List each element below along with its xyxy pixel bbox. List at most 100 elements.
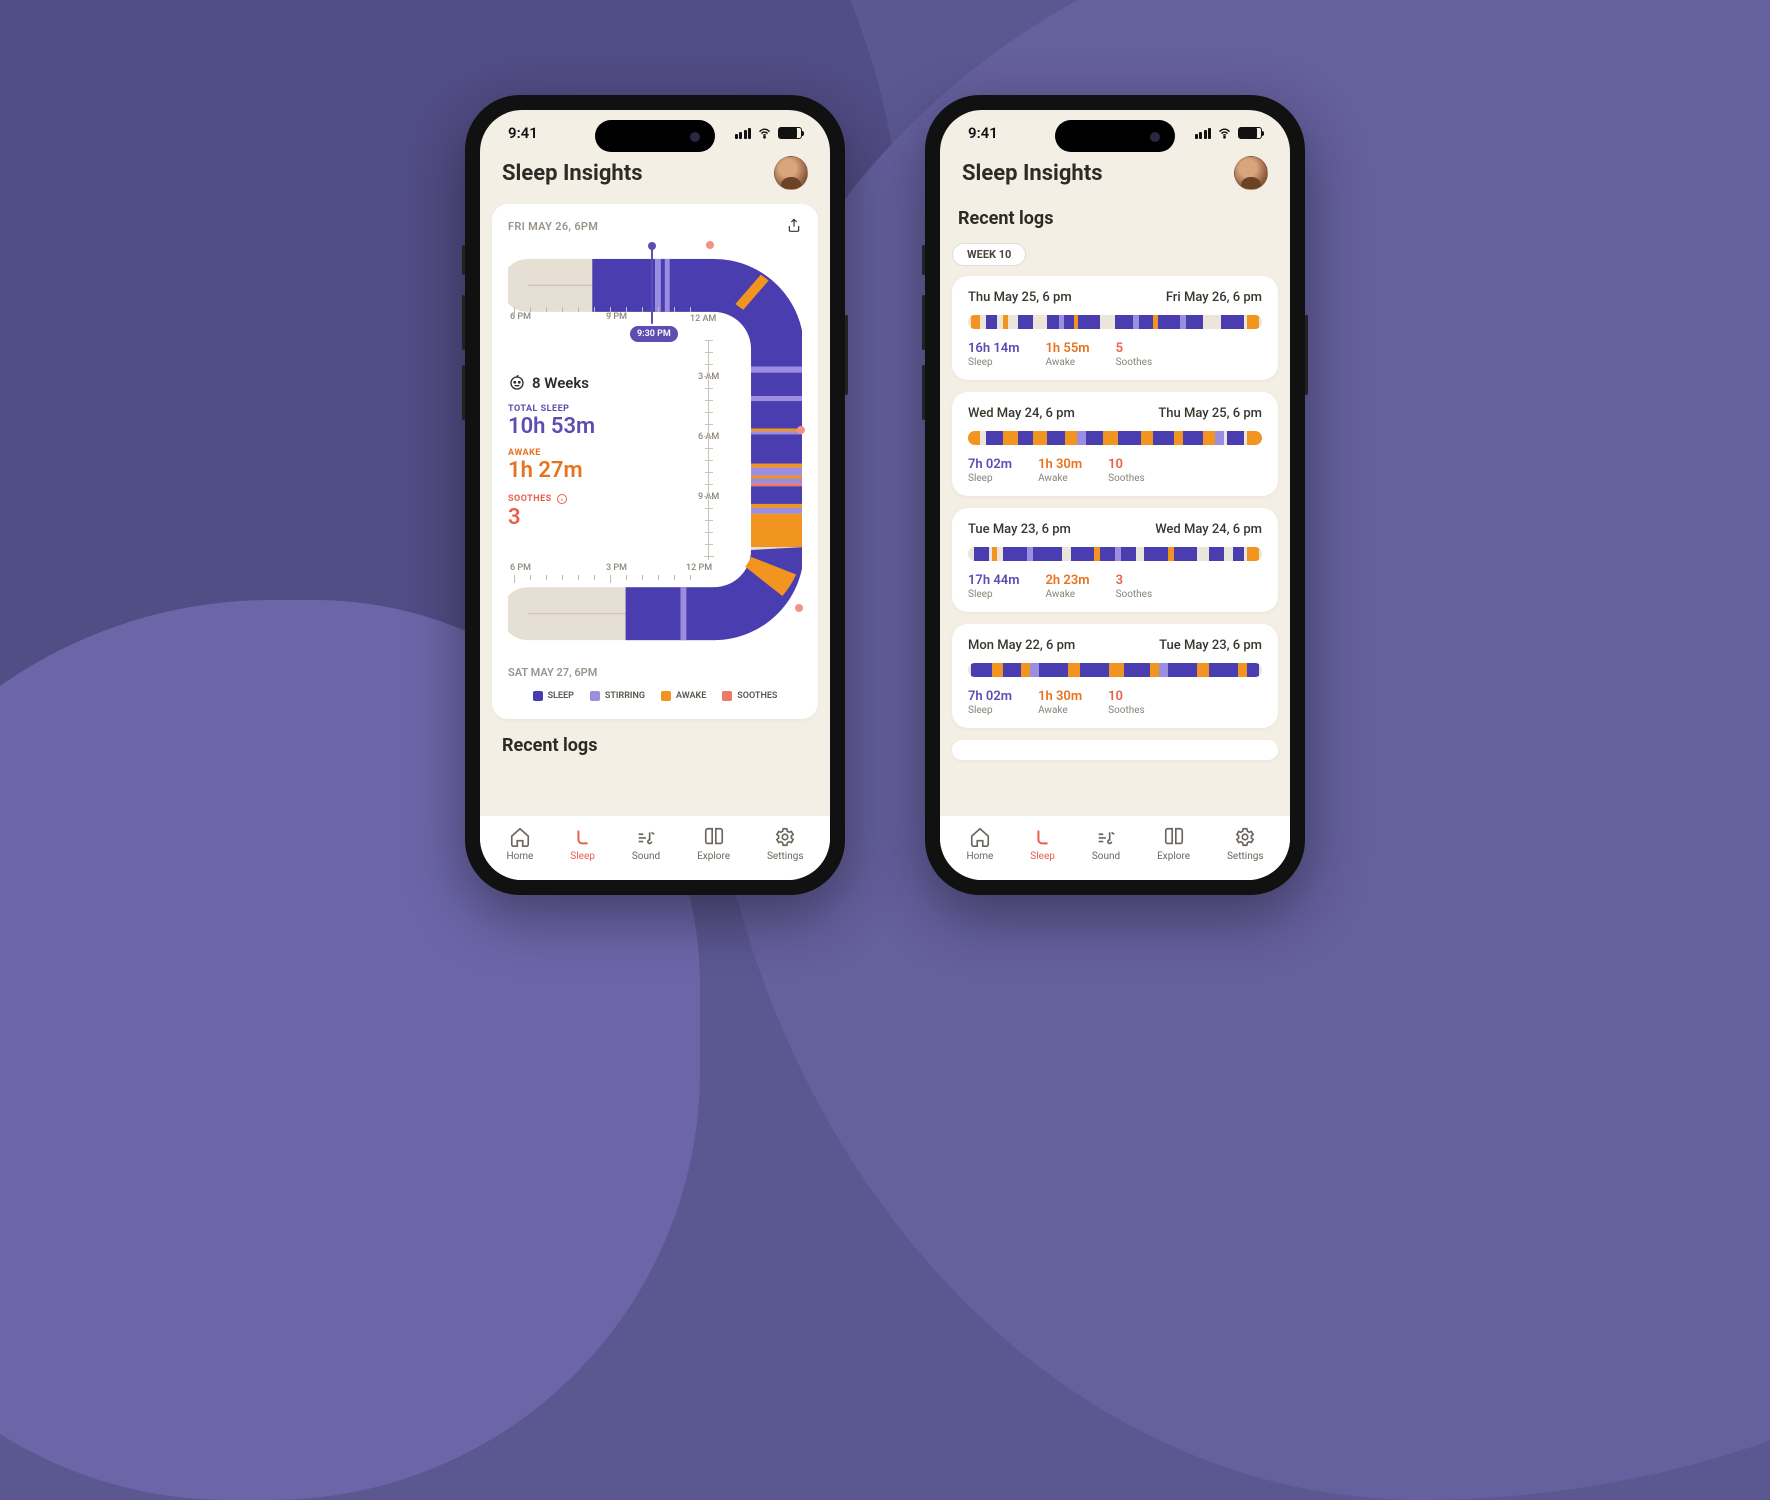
tab-bar: Home Sleep Sound Explore Settings [480, 815, 830, 880]
avatar[interactable] [1234, 156, 1268, 190]
log-card[interactable]: Thu May 25, 6 pm Fri May 26, 6 pm [952, 276, 1278, 380]
awake-value: 1h 27m [508, 458, 678, 484]
sleep-chart-card: FRI MAY 26, 6PM [492, 204, 818, 719]
tab-label: Explore [697, 851, 730, 862]
log-timeline [968, 547, 1262, 561]
log-start: Mon May 22, 6 pm [968, 638, 1075, 653]
tab-bar: Home Sleep Sound Explore Settings [940, 815, 1290, 880]
log-sleep-lbl: Sleep [968, 473, 1012, 484]
time-marker-bubble[interactable]: 9:30 PM [630, 326, 678, 342]
tab-label: Sound [632, 851, 660, 862]
soothe-dot-icon [797, 426, 805, 434]
weeks-label: 8 Weeks [532, 374, 589, 392]
soothes-value: 3 [508, 505, 678, 531]
tab-home[interactable]: Home [966, 826, 993, 862]
tab-label: Sound [1092, 851, 1120, 862]
sleep-u-chart[interactable]: 9:30 PM 6 PM 9 PM 12 AM 3 AM 6 AM 9 AM 1… [508, 242, 802, 662]
share-icon[interactable] [786, 218, 802, 234]
soothe-dot-icon [795, 604, 803, 612]
chart-stats: 8 Weeks TOTAL SLEEP 10h 53m AWAKE 1h 27m… [508, 374, 678, 531]
log-soothes-val: 3 [1116, 573, 1153, 588]
log-card[interactable] [952, 740, 1278, 760]
log-sleep-val: 16h 14m [968, 341, 1020, 356]
chart-date-top: FRI MAY 26, 6PM [508, 220, 598, 233]
soothe-dot-icon [706, 241, 714, 249]
log-sleep-val: 7h 02m [968, 689, 1012, 704]
legend-stirring: STIRRING [605, 691, 645, 701]
legend-soothes: SOOTHES [737, 691, 777, 701]
legend-sleep: SLEEP [548, 691, 574, 701]
status-bar: 9:41 [480, 110, 830, 148]
awake-label: AWAKE [508, 448, 678, 458]
tab-label: Sleep [570, 851, 595, 862]
tab-settings[interactable]: Settings [1227, 826, 1264, 862]
week-chip[interactable]: WEEK 10 [952, 243, 1026, 266]
avatar[interactable] [774, 156, 808, 190]
status-bar: 9:41 [940, 110, 1290, 148]
log-sleep-lbl: Sleep [968, 589, 1020, 600]
log-soothes-val: 5 [1116, 341, 1153, 356]
recent-logs-heading: Recent logs [952, 204, 1278, 239]
legend-awake: AWAKE [676, 691, 706, 701]
log-timeline [968, 315, 1262, 329]
log-card[interactable]: Tue May 23, 6 pmWed May 24, 6 pm [952, 508, 1278, 612]
axis-label: 3 PM [606, 563, 627, 573]
tab-home[interactable]: Home [506, 826, 533, 862]
log-start: Wed May 24, 6 pm [968, 406, 1075, 421]
tab-label: Settings [1227, 851, 1264, 862]
tab-label: Explore [1157, 851, 1190, 862]
log-sleep-lbl: Sleep [968, 357, 1020, 368]
axis-tick-row [508, 307, 713, 323]
status-time: 9:41 [968, 124, 998, 142]
axis-label: 6 PM [510, 563, 531, 573]
wifi-icon [757, 126, 772, 141]
log-sleep-val: 17h 44m [968, 573, 1020, 588]
wifi-icon [1217, 126, 1232, 141]
log-soothes-val: 10 [1108, 457, 1145, 472]
info-icon[interactable] [556, 493, 568, 505]
phone-right: 9:41 Sleep Insights Recent logs WEEK 10 … [925, 95, 1305, 895]
chart-date-bottom: SAT MAY 27, 6PM [508, 666, 802, 679]
tab-label: Home [966, 851, 993, 862]
status-time: 9:41 [508, 124, 538, 142]
page-title: Sleep Insights [962, 161, 1103, 186]
log-awake-lbl: Awake [1046, 589, 1090, 600]
page-title: Sleep Insights [502, 161, 643, 186]
log-end: Thu May 25, 6 pm [1158, 406, 1262, 421]
total-sleep-value: 10h 53m [508, 414, 678, 440]
log-timeline [968, 431, 1262, 445]
total-sleep-label: TOTAL SLEEP [508, 404, 678, 414]
axis-tick-row [508, 575, 713, 591]
log-card[interactable]: Wed May 24, 6 pm Thu May 25, 6 pm [952, 392, 1278, 496]
phone-left: 9:41 Sleep Insights FRI MAY 26, 6PM [465, 95, 845, 895]
tab-sound[interactable]: Sound [1092, 826, 1120, 862]
axis-tick-column [708, 340, 726, 560]
log-end: Fri May 26, 6 pm [1166, 290, 1262, 305]
log-awake-lbl: Awake [1038, 473, 1082, 484]
tab-label: Home [506, 851, 533, 862]
battery-icon [778, 127, 802, 139]
log-card[interactable]: Mon May 22, 6 pm Tue May 23, 6 pm [952, 624, 1278, 728]
log-soothes-val: 10 [1108, 689, 1145, 704]
tab-sound[interactable]: Sound [632, 826, 660, 862]
log-awake-lbl: Awake [1038, 705, 1082, 716]
log-soothes-lbl: Soothes [1108, 705, 1145, 716]
cellular-icon [735, 128, 752, 139]
soothes-label: SOOTHES [508, 494, 552, 504]
log-awake-val: 1h 30m [1038, 457, 1082, 472]
cellular-icon [1195, 128, 1212, 139]
log-end: Tue May 23, 6 pm [1159, 638, 1262, 653]
tab-label: Settings [767, 851, 804, 862]
tab-explore[interactable]: Explore [1157, 826, 1190, 862]
tab-settings[interactable]: Settings [767, 826, 804, 862]
tab-sleep[interactable]: Sleep [570, 826, 595, 862]
log-soothes-lbl: Soothes [1116, 357, 1153, 368]
log-start: Tue May 23, 6 pm [968, 522, 1071, 537]
tab-sleep[interactable]: Sleep [1030, 826, 1055, 862]
tab-explore[interactable]: Explore [697, 826, 730, 862]
recent-logs-heading: Recent logs [492, 731, 818, 766]
log-sleep-lbl: Sleep [968, 705, 1012, 716]
log-awake-val: 2h 23m [1046, 573, 1090, 588]
log-start: Thu May 25, 6 pm [968, 290, 1072, 305]
chart-legend: SLEEP STIRRING AWAKE SOOTHES [508, 691, 802, 701]
